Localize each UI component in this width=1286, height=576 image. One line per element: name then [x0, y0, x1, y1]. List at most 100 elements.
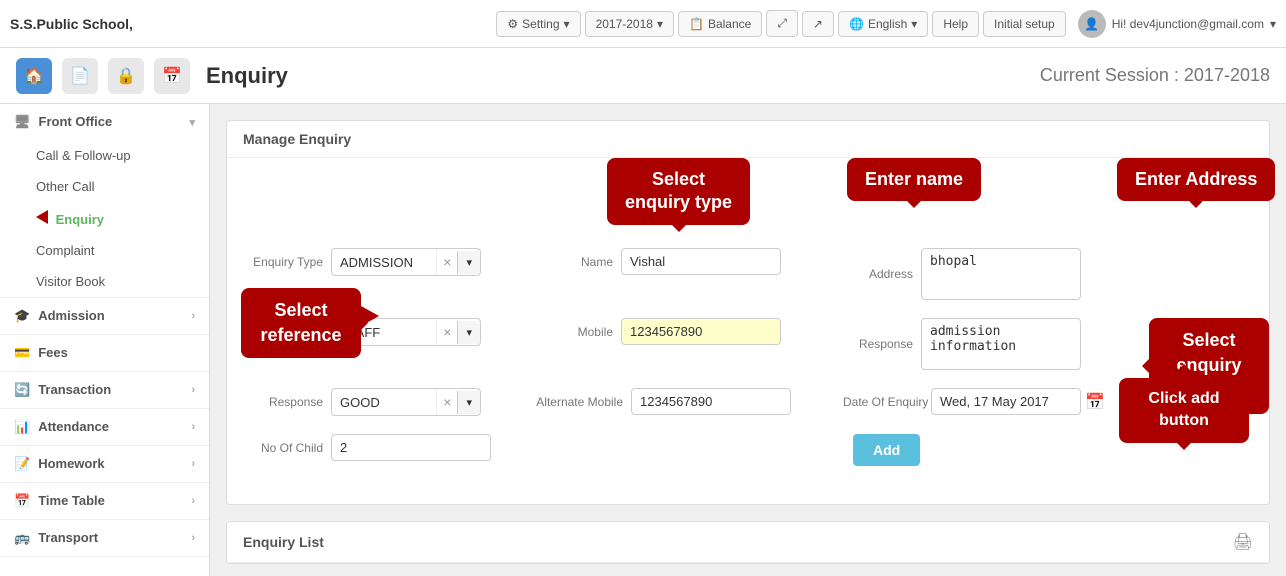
reference-dropdown-button[interactable]: ▾	[457, 321, 480, 344]
name-input[interactable]	[621, 248, 781, 275]
sidebar-item-other-call[interactable]: Other Call	[0, 171, 209, 202]
enter-name-tooltip: Enter name	[847, 158, 981, 201]
no-of-child-group: No Of Child	[243, 434, 491, 461]
gear-icon: ⚙	[507, 17, 518, 31]
initial-setup-button[interactable]: Initial setup	[983, 11, 1066, 37]
chevron-icon: ›	[191, 384, 195, 396]
home-icon-button[interactable]: 🏠	[16, 58, 52, 94]
sidebar-item-enquiry[interactable]: Enquiry	[0, 202, 209, 235]
enquiry-list-card: Enquiry List 🖨	[226, 521, 1270, 564]
admission-header[interactable]: 🎓Admission ›	[0, 298, 209, 334]
lock-icon-button[interactable]: 🔒	[108, 58, 144, 94]
fullscreen-button[interactable]: ⤢	[766, 10, 798, 37]
enquiry-type-group: Enquiry Type ADMISSION × ▾	[243, 248, 481, 276]
brand-name: S.S.Public School,	[10, 16, 133, 32]
enquiry-type-value: ADMISSION	[332, 250, 436, 275]
year-selector[interactable]: 2017-2018 ▾	[585, 11, 674, 37]
sidebar-item-call-followup[interactable]: Call & Follow-up	[0, 140, 209, 171]
main-content: Manage Enquiry Selectenquiry type Enter …	[210, 104, 1286, 576]
form-row-2: Reference STAFF × ▾ Mobile	[243, 318, 1253, 370]
attendance-icon: 📊	[14, 419, 30, 434]
document-icon-button[interactable]: 📄	[62, 58, 98, 94]
language-button[interactable]: 🌐 English ▾	[838, 11, 928, 37]
calendar-icon-button[interactable]: 📅	[154, 58, 190, 94]
chevron-icon: ›	[191, 532, 195, 544]
chevron-icon: ›	[191, 495, 195, 507]
user-menu[interactable]: 👤 Hi! dev4junction@gmail.com ▾	[1078, 10, 1276, 38]
chevron-icon: ›	[191, 458, 195, 470]
resize-icon: ↗	[813, 17, 823, 31]
top-nav-items: ⚙ Setting ▾ 2017-2018 ▾ 📋 Balance ⤢ ↗ 🌐 …	[496, 10, 1276, 38]
layout: 🖥Front Office ▾ Call & Follow-up Other C…	[0, 104, 1286, 576]
attendance-header[interactable]: 📊Attendance ›	[0, 409, 209, 445]
sidebar-item-visitor-book[interactable]: Visitor Book	[0, 266, 209, 297]
header-bar: 🏠 📄 🔒 📅 Enquiry Current Session : 2017-2…	[0, 48, 1286, 104]
chevron-down-icon: ▾	[564, 17, 570, 31]
date-input[interactable]	[931, 388, 1081, 415]
monitor-icon: 🖥	[14, 114, 31, 129]
timetable-header[interactable]: 📅Time Table ›	[0, 483, 209, 519]
enquiry-type-select[interactable]: ADMISSION × ▾	[331, 248, 481, 276]
clear-enquiry-type-button[interactable]: ×	[436, 249, 457, 275]
enter-address-tooltip: Enter Address	[1117, 158, 1275, 201]
chevron-icon: ›	[191, 310, 195, 322]
mobile-group: Mobile	[533, 318, 781, 345]
address-input[interactable]: bhopal	[921, 248, 1081, 300]
setting-button[interactable]: ⚙ Setting ▾	[496, 11, 580, 37]
date-group: Date Of Enquiry 📅	[843, 388, 1105, 415]
clear-reference-button[interactable]: ×	[436, 319, 457, 345]
form-row-4: No Of Child Add	[243, 434, 1253, 466]
form-row-3: Response GOOD × ▾ Alternate Mobile	[243, 388, 1253, 416]
chevron-down-icon: ▾	[1270, 17, 1276, 31]
fees-header[interactable]: 💳Fees	[0, 335, 209, 371]
select-enquiry-type-tooltip: Selectenquiry type	[607, 158, 750, 225]
enquiry-type-dropdown-button[interactable]: ▾	[457, 251, 480, 274]
alt-mobile-group: Alternate Mobile	[533, 388, 791, 415]
attendance-section: 📊Attendance ›	[0, 409, 209, 446]
transaction-section: 🔄Transaction ›	[0, 372, 209, 409]
response-text-group: Response admission information	[833, 318, 1081, 370]
print-icon[interactable]: 🖨	[1233, 532, 1253, 552]
response-select[interactable]: GOOD × ▾	[331, 388, 481, 416]
transaction-header[interactable]: 🔄Transaction ›	[0, 372, 209, 408]
chevron-icon: ›	[191, 421, 195, 433]
chevron-down-icon: ▾	[911, 17, 917, 31]
front-office-header[interactable]: 🖥Front Office ▾	[0, 104, 209, 140]
transport-icon: 🚌	[14, 530, 30, 545]
timetable-section: 📅Time Table ›	[0, 483, 209, 520]
balance-icon: 📋	[689, 17, 704, 31]
address-group: Address bhopal	[833, 248, 1081, 300]
transport-section: 🚌Transport ›	[0, 520, 209, 557]
help-button[interactable]: Help	[932, 11, 979, 37]
date-label: Date Of Enquiry	[843, 395, 923, 409]
alt-mobile-input[interactable]	[631, 388, 791, 415]
top-navigation: S.S.Public School, ⚙ Setting ▾ 2017-2018…	[0, 0, 1286, 48]
clear-response-button[interactable]: ×	[436, 389, 457, 415]
add-button[interactable]: Add	[853, 434, 920, 466]
enquiry-type-label: Enquiry Type	[243, 255, 323, 269]
mobile-input[interactable]	[621, 318, 781, 345]
resize-button[interactable]: ↗	[802, 11, 834, 37]
response-dropdown-button[interactable]: ▾	[457, 391, 480, 414]
chevron-icon: ▾	[189, 116, 195, 129]
globe-icon: 🌐	[849, 17, 864, 31]
calendar-picker-icon[interactable]: 📅	[1085, 392, 1105, 412]
homework-header[interactable]: 📝Homework ›	[0, 446, 209, 482]
response-text-input[interactable]: admission information	[921, 318, 1081, 370]
no-of-child-input[interactable]	[331, 434, 491, 461]
select-reference-tooltip: Selectreference	[241, 288, 361, 358]
header-icons: 🏠 📄 🔒 📅	[16, 58, 190, 94]
sidebar: 🖥Front Office ▾ Call & Follow-up Other C…	[0, 104, 210, 576]
balance-button[interactable]: 📋 Balance	[678, 11, 762, 37]
avatar: 👤	[1078, 10, 1106, 38]
enquiry-list-header: Enquiry List 🖨	[227, 522, 1269, 563]
homework-section: 📝Homework ›	[0, 446, 209, 483]
front-office-section: 🖥Front Office ▾ Call & Follow-up Other C…	[0, 104, 209, 298]
chevron-down-icon: ▾	[657, 17, 663, 31]
click-add-tooltip: Click addbutton	[1119, 378, 1249, 443]
transport-header[interactable]: 🚌Transport ›	[0, 520, 209, 556]
sidebar-item-complaint[interactable]: Complaint	[0, 235, 209, 266]
alt-mobile-label: Alternate Mobile	[533, 395, 623, 409]
transaction-icon: 🔄	[14, 382, 30, 397]
form-row-1: Enquiry Type ADMISSION × ▾ Name	[243, 248, 1253, 300]
